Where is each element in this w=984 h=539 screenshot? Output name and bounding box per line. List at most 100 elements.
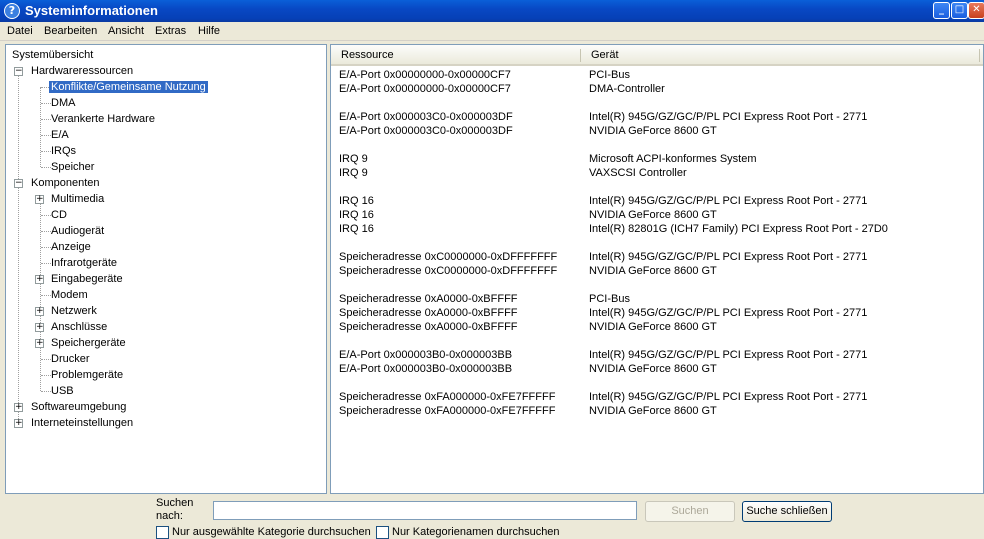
tree-item-netzwerk[interactable]: Netzwerk: [51, 303, 97, 319]
table-row[interactable]: Speicheradresse 0xA0000-0xBFFFF Intel(R) …: [331, 306, 981, 320]
table-row[interactable]: E/A-Port 0x000003C0-0x000003DF Intel(R) 9…: [331, 110, 981, 124]
column-divider[interactable]: [580, 49, 581, 62]
table-row[interactable]: Speicheradresse 0xFA000000-0xFE7FFFFF NVI…: [331, 404, 981, 418]
selected-category-checkbox[interactable]: Nur ausgewählte Kategorie durchsuchen: [156, 526, 371, 539]
table-row[interactable]: IRQ 16 Intel(R) 82801G (ICH7 Family) PCI …: [331, 222, 981, 236]
menu-bearbeiten[interactable]: Bearbeiten: [44, 25, 97, 37]
tree-item-drucker[interactable]: Drucker: [51, 351, 90, 367]
table-row[interactable]: Speicheradresse 0xC0000000-0xDFFFFFFF Int…: [331, 250, 981, 264]
table-row: [331, 278, 981, 292]
cell-geraet: Microsoft ACPI-konformes System: [589, 153, 757, 165]
tree-item-label: Konflikte/Gemeinsame Nutzung: [49, 81, 208, 93]
search-button[interactable]: Suchen: [645, 501, 735, 522]
category-tree[interactable]: Systemübersicht − Hardwareressourcen Kon…: [5, 44, 327, 494]
tree-item-eingabegeraete[interactable]: Eingabegeräte: [51, 271, 123, 287]
menu-extras[interactable]: Extras: [155, 25, 186, 37]
tree-item-usb[interactable]: USB: [51, 383, 74, 399]
table-row: [331, 236, 981, 250]
tree-item-modem[interactable]: Modem: [51, 287, 88, 303]
tree-item-interneteinstellungen[interactable]: Interneteinstellungen: [31, 415, 133, 431]
collapse-icon[interactable]: −: [14, 179, 23, 188]
column-divider[interactable]: [979, 49, 980, 62]
search-input[interactable]: [213, 501, 637, 520]
tree-item-speichergeraete[interactable]: Speichergeräte: [51, 335, 126, 351]
cell-ressource: Speicheradresse 0xFA000000-0xFE7FFFFF: [339, 405, 556, 417]
menu-hilfe[interactable]: Hilfe: [198, 25, 220, 37]
cell-ressource: IRQ 9: [339, 153, 368, 165]
table-row[interactable]: IRQ 16 NVIDIA GeForce 8600 GT: [331, 208, 981, 222]
table-row[interactable]: Speicheradresse 0xA0000-0xBFFFF NVIDIA Ge…: [331, 320, 981, 334]
expand-icon[interactable]: +: [35, 323, 44, 332]
tree-line: [41, 263, 51, 264]
expand-icon[interactable]: +: [14, 403, 23, 412]
tree-item-problemgeraete[interactable]: Problemgeräte: [51, 367, 123, 383]
tree-line: [18, 71, 19, 425]
table-row[interactable]: E/A-Port 0x000003B0-0x000003BB Intel(R) 9…: [331, 348, 981, 362]
checkbox-box[interactable]: [376, 526, 389, 539]
close-button[interactable]: ✕: [968, 2, 984, 19]
expand-icon[interactable]: +: [35, 339, 44, 348]
cell-geraet: NVIDIA GeForce 8600 GT: [589, 265, 717, 277]
menu-ansicht[interactable]: Ansicht: [108, 25, 144, 37]
table-row[interactable]: IRQ 9 VAXSCSI Controller: [331, 166, 981, 180]
category-names-checkbox[interactable]: Nur Kategorienamen durchsuchen: [376, 526, 560, 539]
cell-geraet: Intel(R) 82801G (ICH7 Family) PCI Expres…: [589, 223, 888, 235]
table-row[interactable]: Speicheradresse 0xFA000000-0xFE7FFFFF Int…: [331, 390, 981, 404]
tree-item-anschluesse[interactable]: Anschlüsse: [51, 319, 107, 335]
table-row[interactable]: Speicheradresse 0xA0000-0xBFFFF PCI-Bus: [331, 292, 981, 306]
tree-item-multimedia[interactable]: Multimedia: [51, 191, 104, 207]
list-header: Ressource Gerät: [331, 45, 983, 66]
tree-item-softwareumgebung[interactable]: Softwareumgebung: [31, 399, 126, 415]
table-row[interactable]: E/A-Port 0x00000000-0x00000CF7 DMA-Contro…: [331, 82, 981, 96]
minimize-button[interactable]: _: [933, 2, 950, 19]
table-row[interactable]: E/A-Port 0x000003C0-0x000003DF NVIDIA GeF…: [331, 124, 981, 138]
table-row: [331, 334, 981, 348]
cell-ressource: Speicheradresse 0xA0000-0xBFFFF: [339, 307, 518, 319]
tree-item-dma[interactable]: DMA: [51, 95, 75, 111]
expand-icon[interactable]: +: [14, 419, 23, 428]
tree-item-systemuebersicht[interactable]: Systemübersicht: [12, 47, 93, 63]
tree-item-speicher[interactable]: Speicher: [51, 159, 94, 175]
cell-ressource: E/A-Port 0x000003C0-0x000003DF: [339, 125, 513, 137]
tree-line: [41, 295, 51, 296]
table-row[interactable]: E/A-Port 0x000003B0-0x000003BB NVIDIA GeF…: [331, 362, 981, 376]
cell-ressource: E/A-Port 0x000003C0-0x000003DF: [339, 111, 513, 123]
table-row[interactable]: IRQ 16 Intel(R) 945G/GZ/GC/P/PL PCI Expre…: [331, 194, 981, 208]
cell-ressource: Speicheradresse 0xC0000000-0xDFFFFFFF: [339, 265, 558, 277]
column-header-ressource[interactable]: Ressource: [341, 49, 394, 61]
checkbox-box[interactable]: [156, 526, 169, 539]
cell-ressource: IRQ 16: [339, 209, 374, 221]
cell-ressource: E/A-Port 0x00000000-0x00000CF7: [339, 69, 511, 81]
tree-item-infrarotgeraete[interactable]: Infrarotgeräte: [51, 255, 117, 271]
details-list[interactable]: Ressource Gerät E/A-Port 0x00000000-0x00…: [330, 44, 984, 494]
tree-item-irqs[interactable]: IRQs: [51, 143, 76, 159]
tree-item-ea[interactable]: E/A: [51, 127, 69, 143]
tree-item-konflikte[interactable]: Konflikte/Gemeinsame Nutzung: [49, 79, 208, 95]
close-search-button[interactable]: Suche schließen: [742, 501, 832, 522]
tree-item-cd[interactable]: CD: [51, 207, 67, 223]
tree-item-hardwareressourcen[interactable]: Hardwareressourcen: [31, 63, 133, 79]
menu-datei[interactable]: Datei: [7, 25, 33, 37]
tree-item-anzeige[interactable]: Anzeige: [51, 239, 91, 255]
collapse-icon[interactable]: −: [14, 67, 23, 76]
cell-geraet: DMA-Controller: [589, 83, 665, 95]
table-row[interactable]: Speicheradresse 0xC0000000-0xDFFFFFFF NVI…: [331, 264, 981, 278]
expand-icon[interactable]: +: [35, 307, 44, 316]
cell-geraet: Intel(R) 945G/GZ/GC/P/PL PCI Express Roo…: [589, 251, 868, 263]
cell-ressource: Speicheradresse 0xA0000-0xBFFFF: [339, 293, 518, 305]
tree-line: [41, 359, 51, 360]
tree-item-audiogeraet[interactable]: Audiogerät: [51, 223, 104, 239]
expand-icon[interactable]: +: [35, 195, 44, 204]
table-row[interactable]: IRQ 9 Microsoft ACPI-konformes System: [331, 152, 981, 166]
tree-item-komponenten[interactable]: Komponenten: [31, 175, 100, 191]
cell-geraet: Intel(R) 945G/GZ/GC/P/PL PCI Express Roo…: [589, 307, 868, 319]
tree-item-verankerte-hardware[interactable]: Verankerte Hardware: [51, 111, 155, 127]
maximize-button[interactable]: □: [951, 2, 968, 19]
column-header-geraet[interactable]: Gerät: [591, 49, 619, 61]
expand-icon[interactable]: +: [35, 275, 44, 284]
tree-line: [41, 167, 51, 168]
checkbox-label: Nur ausgewählte Kategorie durchsuchen: [172, 526, 371, 538]
cell-ressource: E/A-Port 0x00000000-0x00000CF7: [339, 83, 511, 95]
table-row[interactable]: E/A-Port 0x00000000-0x00000CF7 PCI-Bus: [331, 68, 981, 82]
tree-line: [41, 103, 51, 104]
